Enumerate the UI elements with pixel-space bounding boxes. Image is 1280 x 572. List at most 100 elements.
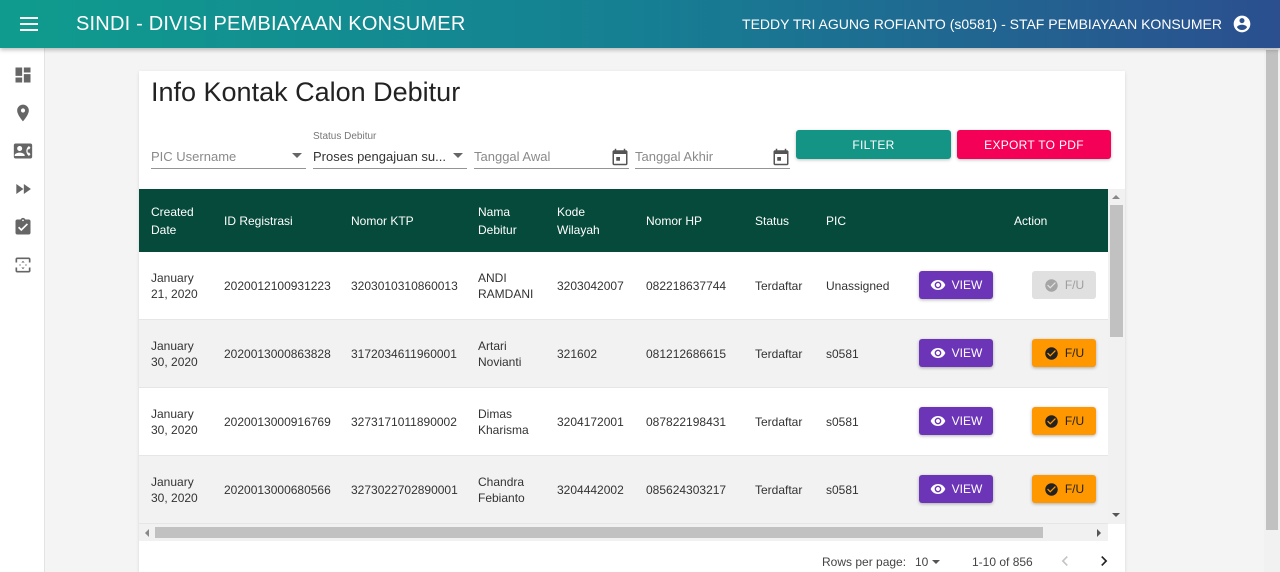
col-created-date[interactable]: Created Date (151, 189, 211, 252)
col-nomor-ktp[interactable]: Nomor KTP (351, 189, 414, 252)
cell-pic: s0581 (826, 415, 859, 429)
check-circle-icon (1045, 414, 1058, 428)
view-button[interactable]: VIEW (919, 475, 993, 503)
cell-nomor-hp: 081212686615 (646, 347, 727, 361)
cell-created-date: January 30, 2020 (151, 339, 198, 369)
eye-icon (930, 348, 945, 358)
cell-id-registrasi: 2020013000916769 (224, 415, 331, 429)
export-pdf-button[interactable]: EXPORT TO PDF (957, 130, 1111, 159)
contacts-card: Info Kontak Calon Debitur PIC Username S… (139, 71, 1125, 572)
calendar-icon[interactable] (611, 148, 629, 166)
app-title: SINDI - DIVISI PEMBIAYAAN KONSUMER (76, 12, 466, 35)
view-label: VIEW (951, 414, 983, 428)
cell-nomor-ktp: 3203010310860013 (351, 279, 458, 293)
cell-pic: s0581 (826, 483, 859, 497)
assignment-check-icon[interactable] (0, 208, 45, 246)
table-row: January 30, 2020 2020013000680566 327302… (139, 456, 1108, 524)
check-circle-icon (1045, 278, 1058, 292)
location-pin-icon[interactable] (0, 94, 45, 132)
status-debitur-select[interactable]: Status Debitur Proses pengajuan su... (313, 131, 467, 169)
col-status[interactable]: Status (755, 189, 789, 252)
chevron-down-icon[interactable] (932, 560, 940, 564)
scroll-up-icon[interactable] (1112, 195, 1120, 199)
col-nama-debitur[interactable]: Nama Debitur (478, 189, 528, 252)
scroll-right-icon[interactable] (1097, 529, 1101, 537)
follow-up-button[interactable]: F/U (1032, 407, 1096, 435)
rows-per-page-select[interactable]: 10 (915, 555, 928, 569)
view-button[interactable]: VIEW (919, 407, 993, 435)
end-date-placeholder: Tanggal Akhir (635, 149, 714, 164)
view-button[interactable]: VIEW (919, 339, 993, 367)
scroll-left-icon[interactable] (145, 529, 149, 537)
chevron-right-icon[interactable] (1094, 551, 1114, 571)
user-info: TEDDY TRI AGUNG ROFIANTO (s0581) - STAF … (742, 16, 1222, 32)
cell-nomor-hp: 085624303217 (646, 483, 727, 497)
cell-id-registrasi: 2020013000863828 (224, 347, 331, 361)
fu-label: F/U (1064, 346, 1085, 360)
end-date-field[interactable]: Tanggal Akhir (635, 131, 790, 169)
status-debitur-value: Proses pengajuan su... (313, 149, 446, 164)
fast-forward-icon[interactable] (0, 170, 45, 208)
col-nomor-hp[interactable]: Nomor HP (646, 189, 702, 252)
table-row: January 30, 2020 2020013000863828 317203… (139, 320, 1108, 388)
cell-nomor-hp: 087822198431 (646, 415, 727, 429)
import-export-icon[interactable] (0, 246, 45, 284)
cell-status: Terdaftar (755, 347, 803, 361)
chevron-left-icon[interactable] (1055, 551, 1075, 571)
cell-nomor-hp: 082218637744 (646, 279, 727, 293)
follow-up-button[interactable]: F/U (1032, 475, 1096, 503)
cell-created-date: January 30, 2020 (151, 407, 198, 437)
col-kode-wilayah[interactable]: Kode Wilayah (557, 189, 607, 252)
eye-icon (930, 484, 945, 494)
cell-kode-wilayah: 3204172001 (557, 415, 624, 429)
contact-card-icon[interactable] (0, 132, 45, 170)
check-circle-icon (1045, 346, 1058, 360)
calendar-icon[interactable] (772, 148, 790, 166)
eye-icon (930, 416, 945, 426)
menu-icon[interactable] (0, 0, 58, 48)
cell-nomor-ktp: 3172034611960001 (351, 347, 457, 361)
chevron-down-icon (292, 153, 302, 158)
start-date-field[interactable]: Tanggal Awal (474, 131, 629, 169)
pagination-range: 1-10 of 856 (972, 555, 1033, 569)
cell-status: Terdaftar (755, 279, 803, 293)
check-circle-icon (1045, 482, 1058, 496)
pic-username-select[interactable]: PIC Username (151, 131, 306, 169)
table-vertical-scrollbar[interactable] (1108, 189, 1125, 524)
cell-pic: Unassigned (826, 279, 890, 293)
table-row: January 30, 2020 2020013000916769 327317… (139, 388, 1108, 456)
cell-created-date: January 30, 2020 (151, 475, 198, 505)
pic-username-placeholder: PIC Username (151, 149, 237, 164)
cell-pic: s0581 (826, 347, 859, 361)
cell-created-date: January 21, 2020 (151, 271, 198, 301)
dashboard-icon[interactable] (0, 56, 45, 94)
sidebar (0, 48, 45, 572)
col-id-registrasi[interactable]: ID Registrasi (224, 189, 293, 252)
table-horizontal-scrollbar[interactable] (139, 524, 1108, 541)
view-button[interactable]: VIEW (919, 271, 993, 299)
follow-up-button[interactable]: F/U (1032, 339, 1096, 367)
page-scrollbar[interactable] (1264, 48, 1280, 572)
view-label: VIEW (951, 346, 983, 360)
filter-button[interactable]: FILTER (796, 130, 951, 159)
cell-nomor-ktp: 3273022702890001 (351, 483, 458, 497)
follow-up-button: F/U (1032, 271, 1096, 299)
fu-label: F/U (1064, 414, 1085, 428)
col-action: Action (1014, 213, 1048, 228)
view-label: VIEW (951, 482, 983, 496)
cell-nama-debitur: ANDI RAMDANI (478, 271, 534, 301)
page-title: Info Kontak Calon Debitur (151, 77, 461, 107)
table-row: January 21, 2020 2020012100931223 320301… (139, 252, 1108, 320)
account-circle-icon[interactable] (1232, 14, 1252, 34)
chevron-down-icon (453, 153, 463, 158)
fu-label: F/U (1064, 482, 1085, 496)
table-body: January 21, 2020 2020012100931223 320301… (139, 252, 1108, 524)
cell-id-registrasi: 2020013000680566 (224, 483, 331, 497)
cell-kode-wilayah: 3204442002 (557, 483, 624, 497)
cell-status: Terdaftar (755, 415, 803, 429)
cell-kode-wilayah: 3203042007 (557, 279, 624, 293)
col-pic[interactable]: PIC (826, 189, 846, 252)
cell-nomor-ktp: 3273171011890002 (351, 415, 457, 429)
scroll-down-icon[interactable] (1112, 513, 1120, 517)
top-app-bar: SINDI - DIVISI PEMBIAYAAN KONSUMER TEDDY… (0, 0, 1280, 48)
